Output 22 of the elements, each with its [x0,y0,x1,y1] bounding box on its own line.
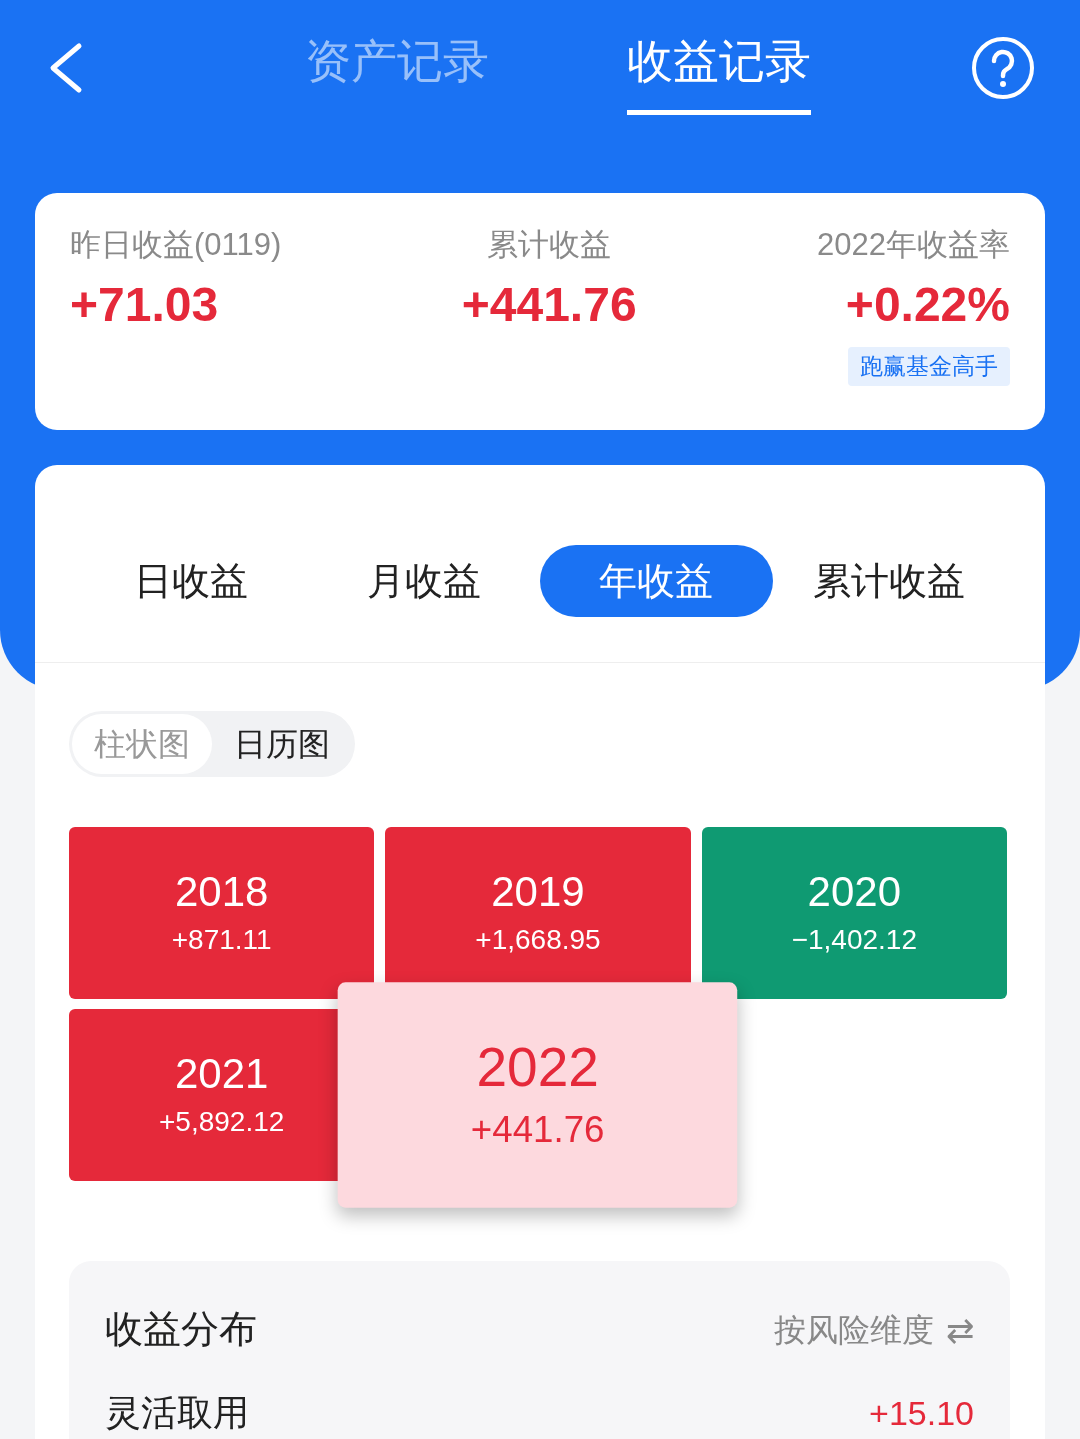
header-tab[interactable]: 资产记录 [305,30,489,115]
badge: 跑赢基金高手 [848,347,1010,386]
period-tab[interactable]: 年收益 [540,545,773,617]
help-icon[interactable] [971,35,1035,100]
summary-label: 昨日收益(0119) [70,226,282,264]
year-tile-popup[interactable]: 2022 +441.76 [338,982,738,1208]
summary-value: +71.03 [70,277,219,333]
dimension-label: 按风险维度 [774,1310,934,1350]
year-tile[interactable]: 2020 −1,402.12 [701,827,1007,999]
view-toggle-option[interactable]: 柱状图 [72,714,212,774]
summary-label: 累计收益 [487,226,612,264]
summary-value: +441.76 [461,277,637,333]
summary-label: 2022年收益率 [817,226,1010,264]
period-tab[interactable]: 累计收益 [772,545,1005,617]
period-tab[interactable]: 日收益 [75,545,308,617]
summary-value: +0.22% [845,277,1010,333]
header-tab[interactable]: 收益记录 [627,30,811,115]
period-tab[interactable]: 月收益 [307,545,540,617]
category-value: +15.10 [869,1392,974,1434]
year-tile[interactable]: 2018 +871.11 [69,827,375,999]
category-label: 灵活取用 [105,1391,249,1435]
section-title: 收益分布 [105,1307,257,1352]
